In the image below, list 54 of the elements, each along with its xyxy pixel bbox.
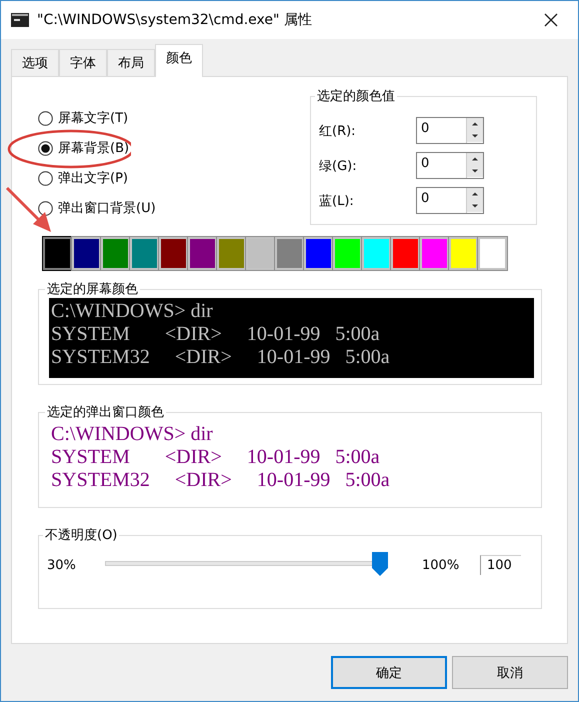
color-swatch[interactable] — [478, 237, 507, 270]
color-swatch[interactable] — [72, 237, 101, 270]
tab[interactable]: 颜色 — [155, 44, 203, 77]
spin-field[interactable]: 0 — [416, 152, 484, 179]
console-line: SYSTEM <DIR> 10-01-99 5:00a — [51, 446, 381, 469]
color-swatch[interactable] — [420, 237, 449, 270]
tab[interactable]: 字体 — [59, 49, 107, 76]
field-label: 绿(G): — [319, 158, 358, 174]
color-swatch[interactable] — [246, 237, 275, 270]
spin-field[interactable]: 0 — [416, 117, 484, 144]
color-swatch[interactable] — [275, 237, 304, 270]
min-label: 30% — [47, 558, 77, 572]
radio-button[interactable] — [38, 200, 53, 216]
annotation-arrow — [6, 186, 51, 232]
radio-label[interactable]: 弹出窗口背景(U) — [58, 199, 156, 217]
slider-thumb[interactable] — [372, 552, 388, 576]
group-title: 选定的弹出窗口颜色 — [46, 404, 165, 421]
radio-button[interactable] — [38, 140, 53, 156]
color-swatch[interactable] — [188, 237, 217, 270]
console-line: C:\WINDOWS> dir — [51, 423, 214, 446]
color-swatch[interactable] — [362, 237, 391, 270]
tab[interactable]: 布局 — [107, 49, 155, 76]
color-swatch[interactable] — [333, 237, 362, 270]
console-line: SYSTEM32 <DIR> 10-01-99 5:00a — [51, 469, 391, 492]
spin-field[interactable]: 0 — [416, 187, 484, 214]
color-swatch[interactable] — [217, 237, 246, 270]
group-title: 选定的颜色值 — [316, 88, 396, 105]
field-label: 蓝(L): — [319, 192, 355, 210]
group-title: 不透明度(O) — [44, 527, 118, 544]
color-swatch[interactable] — [101, 237, 130, 270]
color-swatch[interactable] — [130, 237, 159, 270]
radio-label[interactable]: 屏幕背景(B) — [58, 139, 130, 157]
radio-button[interactable] — [38, 170, 53, 186]
ok-button[interactable]: 确定 — [331, 656, 447, 689]
window-title: "C:\WINDOWS\system32\cmd.exe" 属性 — [37, 11, 313, 29]
tab[interactable]: 选项 — [11, 49, 59, 76]
radio-label[interactable]: 弹出文字(P) — [58, 169, 128, 187]
color-swatch[interactable] — [304, 237, 333, 270]
field-label: 红(R): — [319, 122, 357, 140]
color-swatch[interactable] — [43, 237, 72, 270]
radio-button[interactable] — [38, 110, 53, 126]
color-swatch[interactable] — [391, 237, 420, 270]
color-swatch[interactable] — [449, 237, 478, 270]
console-line: SYSTEM32 <DIR> 10-01-99 5:00a — [51, 346, 391, 369]
close-icon[interactable] — [544, 13, 558, 27]
max-label: 100% — [422, 558, 460, 572]
console-icon — [11, 13, 29, 27]
console-line: SYSTEM <DIR> 10-01-99 5:00a — [51, 323, 381, 346]
group-title: 选定的屏幕颜色 — [46, 281, 139, 298]
color-swatch[interactable] — [159, 237, 188, 270]
cancel-button[interactable]: 取消 — [452, 656, 568, 689]
radio-label[interactable]: 屏幕文字(T) — [58, 109, 128, 127]
console-line: C:\WINDOWS> dir — [51, 300, 214, 323]
opacity-field[interactable]: 100 — [480, 555, 521, 575]
